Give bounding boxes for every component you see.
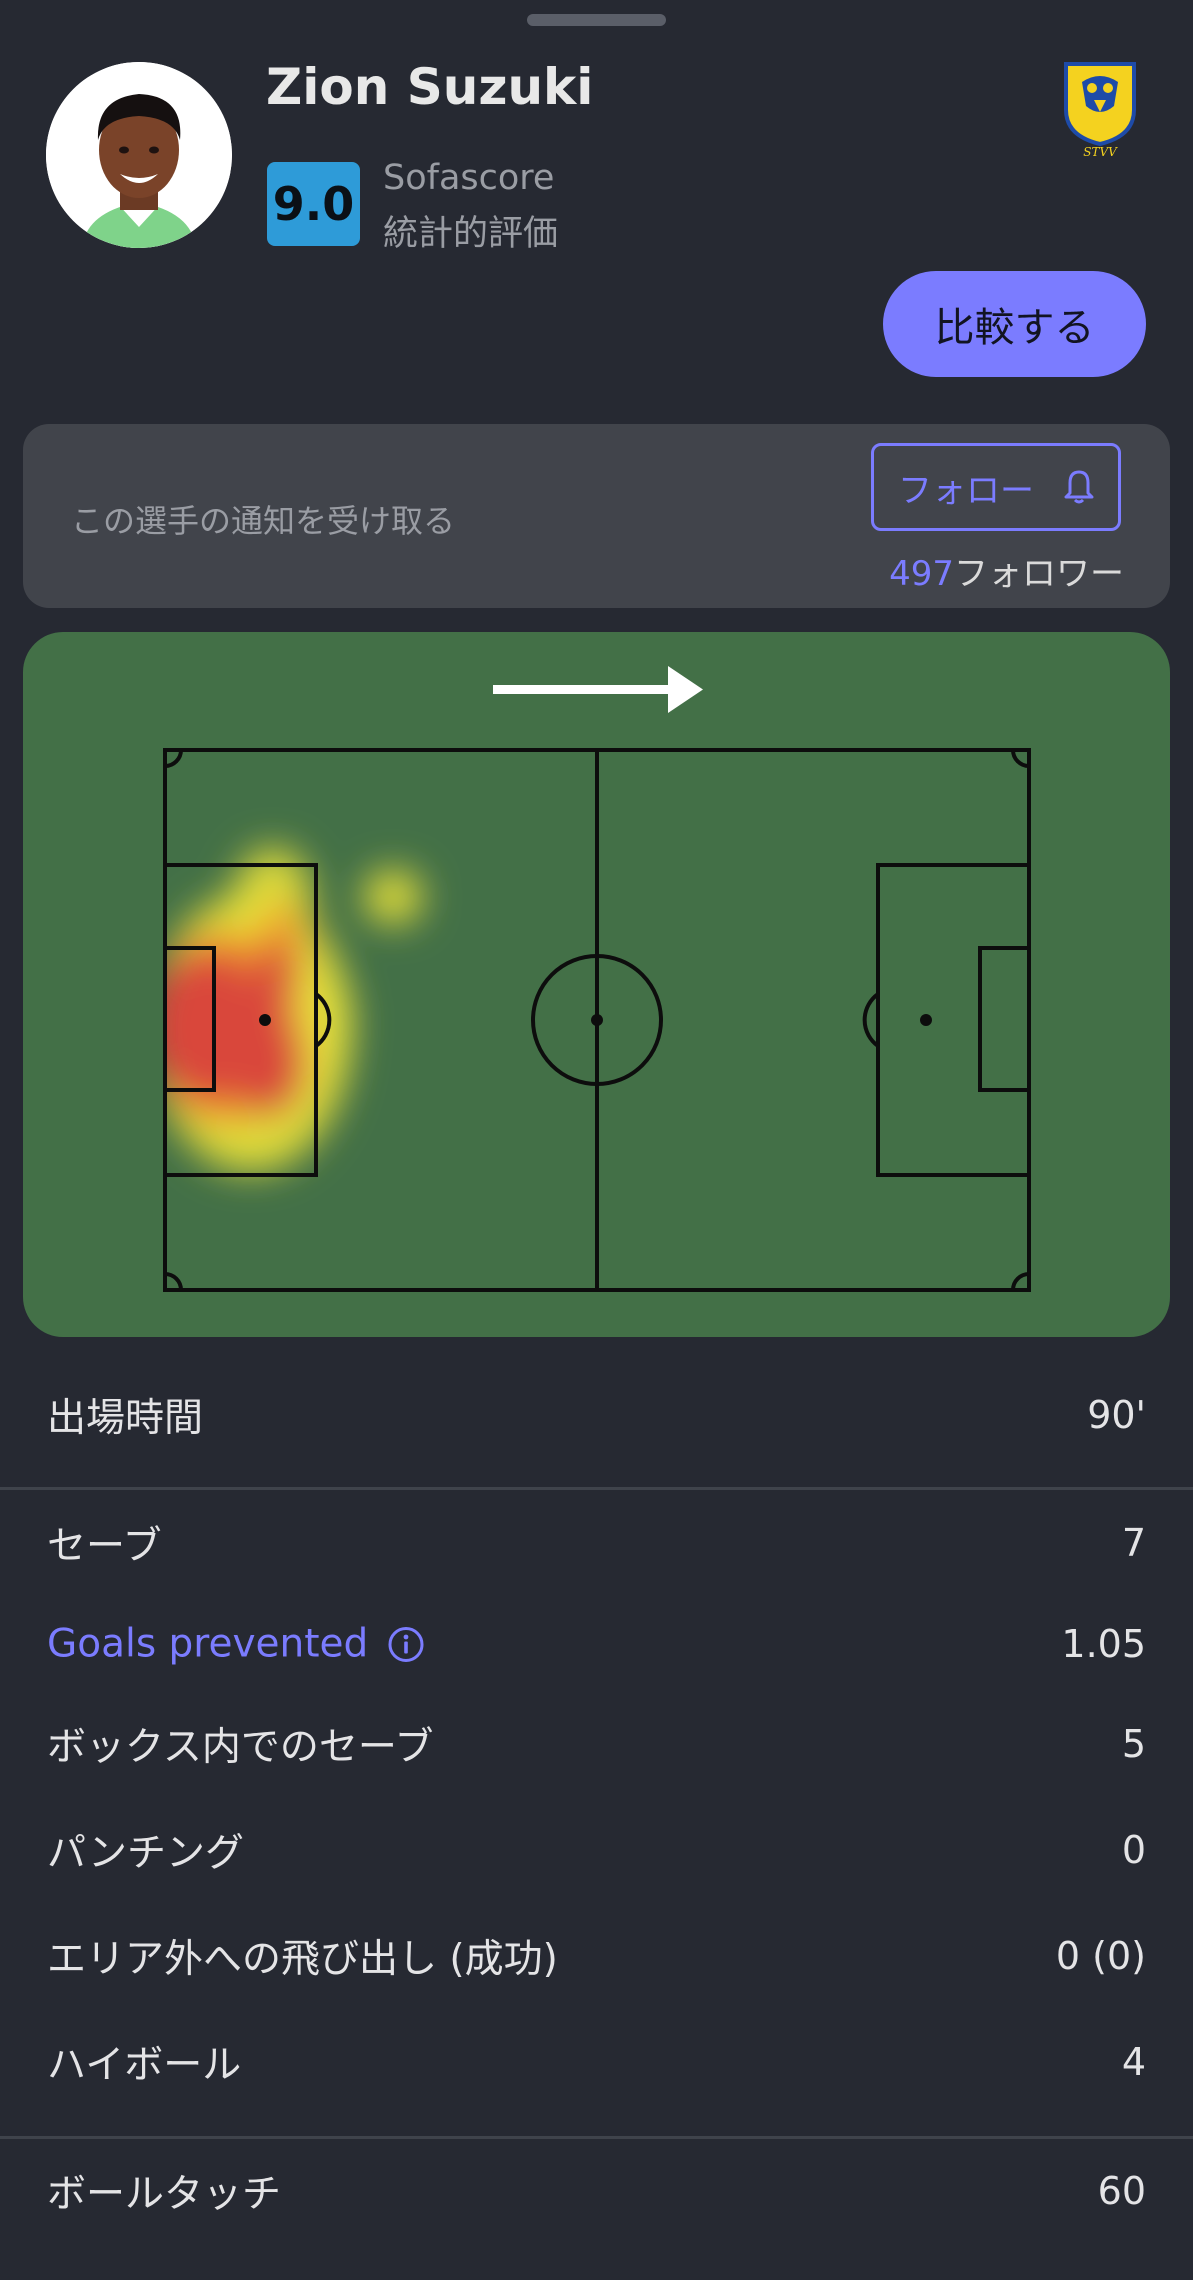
divider xyxy=(0,2136,1193,2139)
arrow-right-icon xyxy=(493,666,703,713)
stat-row-saves: セーブ 7 xyxy=(0,1503,1193,1583)
club-logo-text: STVV xyxy=(1083,145,1118,158)
compare-button[interactable]: 比較する xyxy=(883,271,1146,377)
stat-row-high-claims: ハイボール 4 xyxy=(0,2022,1193,2102)
stat-row-punches: パンチング 0 xyxy=(0,1810,1193,1890)
player-avatar xyxy=(46,62,232,248)
stat-label: ボックス内でのセーブ xyxy=(47,1725,434,1770)
stat-row-saves-in-box: ボックス内でのセーブ 5 xyxy=(0,1704,1193,1784)
stat-row-sweeper: エリア外への飛び出し (成功) 0 (0) xyxy=(0,1916,1193,1996)
stat-value: 0 xyxy=(1121,1828,1146,1872)
stat-label[interactable]: Goals prevented xyxy=(47,1622,368,1667)
player-sheet: Zion Suzuki 9.0 Sofascore 統計的評価 STVV 比較す… xyxy=(0,0,1193,2280)
notification-text: この選手の通知を受け取る xyxy=(71,502,456,540)
goals-prevented-link[interactable]: Goals prevented xyxy=(47,1622,426,1667)
follower-number: 497 xyxy=(889,554,954,594)
stat-label: セーブ xyxy=(47,1524,162,1569)
follower-suffix: フォロワー xyxy=(954,554,1124,594)
drag-handle[interactable] xyxy=(527,14,666,26)
heatmap-pitch xyxy=(163,666,1031,1292)
stat-row-minutes: 出場時間 90' xyxy=(0,1375,1193,1455)
rating-source: Sofascore xyxy=(383,158,555,198)
rating-subtitle: 統計的評価 xyxy=(383,214,559,254)
stat-label: ボールタッチ xyxy=(47,2172,282,2217)
stat-value: 5 xyxy=(1121,1722,1146,1766)
stat-value: 90' xyxy=(1087,1393,1146,1437)
info-icon[interactable] xyxy=(386,1624,426,1664)
stat-row-touches: ボールタッチ 60 xyxy=(0,2151,1193,2231)
stat-row-goals-prevented[interactable]: Goals prevented 1.05 xyxy=(0,1604,1193,1684)
bell-icon xyxy=(1064,470,1094,504)
stat-label: ハイボール xyxy=(47,2043,242,2088)
heatmap-card xyxy=(23,632,1170,1337)
stat-value: 60 xyxy=(1097,2169,1146,2213)
notification-card: この選手の通知を受け取る フォロー 497フォロワー xyxy=(23,424,1170,608)
rating-badge: 9.0 xyxy=(267,162,360,246)
stat-label: パンチング xyxy=(47,1831,244,1876)
stat-value: 1.05 xyxy=(1061,1622,1146,1666)
stat-label: 出場時間 xyxy=(47,1396,204,1441)
divider xyxy=(0,1487,1193,1490)
stat-value: 0 (0) xyxy=(1055,1934,1146,1978)
heat-zones xyxy=(165,847,423,1172)
follow-label: フォロー xyxy=(898,470,1034,511)
player-photo xyxy=(46,62,232,248)
follow-button[interactable]: フォロー xyxy=(871,443,1121,531)
follower-count: 497フォロワー xyxy=(889,546,1124,595)
club-crest-icon[interactable]: STVV xyxy=(1064,60,1136,159)
stat-value: 4 xyxy=(1121,2040,1146,2084)
stat-value: 7 xyxy=(1121,1521,1146,1565)
stat-label: エリア外への飛び出し (成功) xyxy=(47,1937,558,1982)
player-name: Zion Suzuki xyxy=(266,58,594,116)
